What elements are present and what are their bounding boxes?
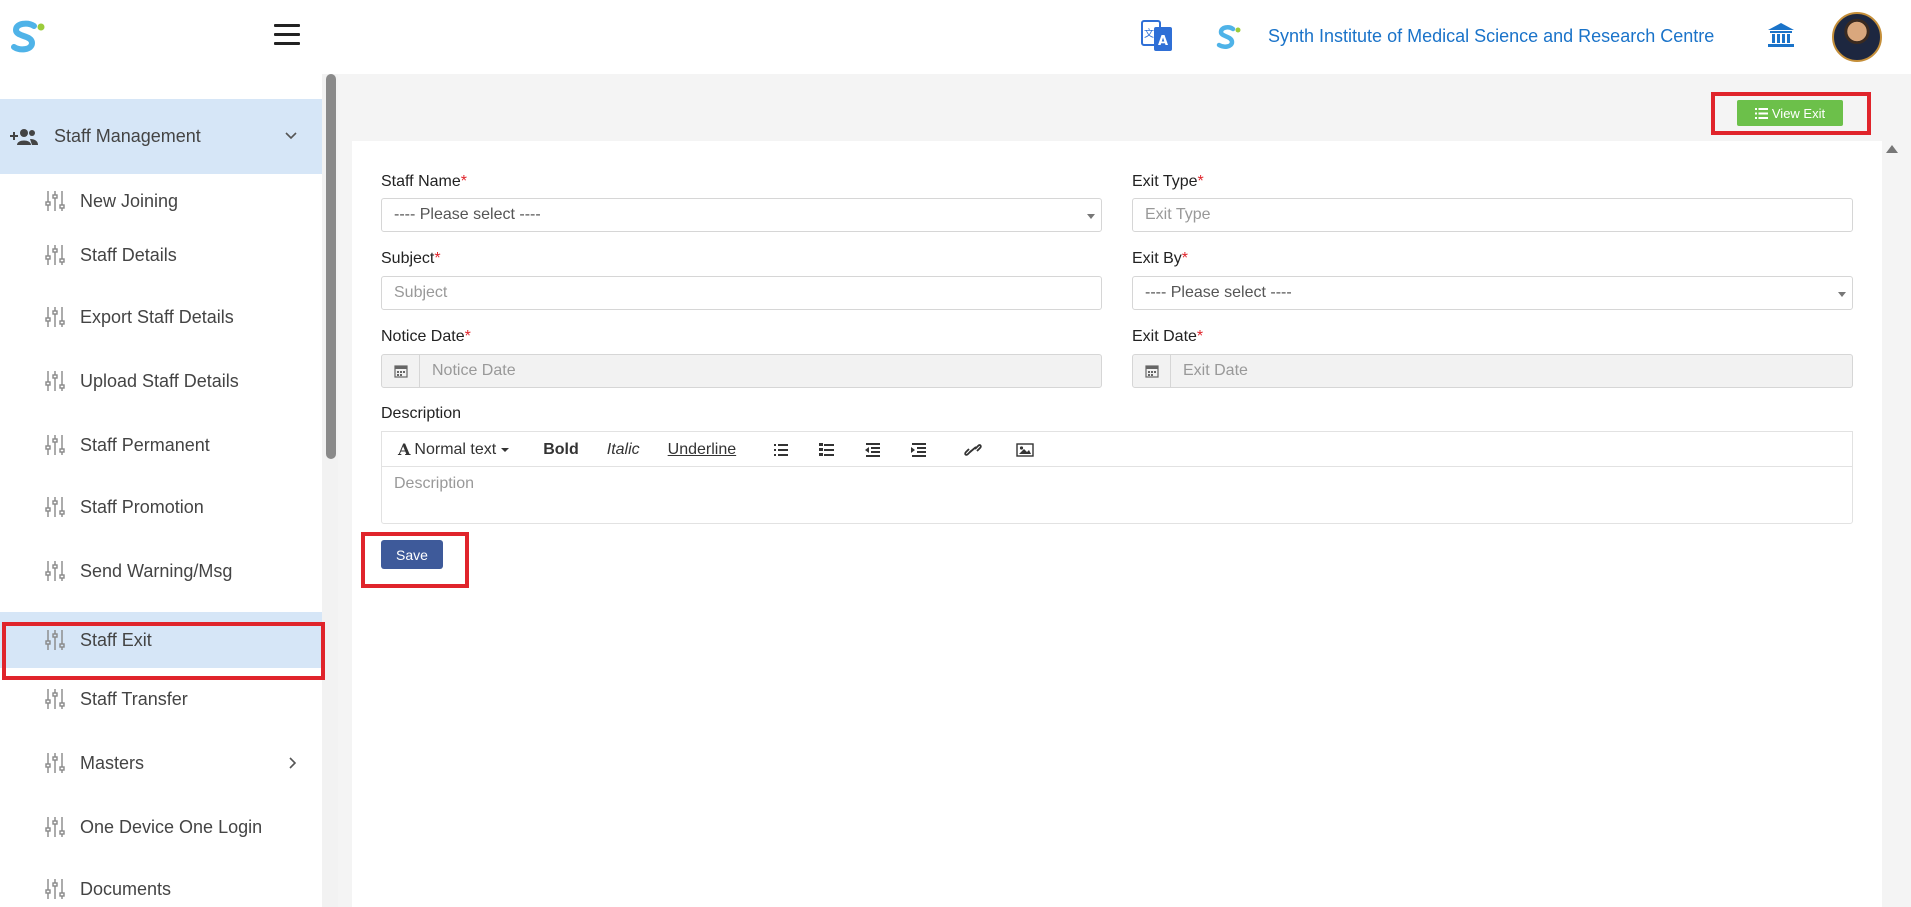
sidebar-item-label: Staff Transfer [80,688,188,709]
sidebar-item-label: Upload Staff Details [80,370,239,391]
sidebar-item-label: Documents [80,878,172,899]
brand-logo-icon [1214,24,1242,50]
sliders-icon [45,753,65,773]
font-icon: A [398,440,411,459]
text-style-dropdown[interactable]: A Normal text [398,440,510,459]
sidebar-item-one-device-one-login[interactable]: One Device One Login [0,800,322,854]
menu-toggle-icon[interactable] [274,24,300,46]
sliders-icon [45,307,65,327]
sidebar-item-new-joining[interactable]: New Joining [0,174,322,228]
sidebar-item-staff-details[interactable]: Staff Details [0,228,322,282]
svg-text:A: A [1158,34,1168,49]
sidebar-item-label: Staff Management [54,126,201,146]
sidebar-item-staff-promotion[interactable]: Staff Promotion [0,480,322,534]
sidebar-item-label: New Joining [80,190,179,211]
subject-input[interactable]: Subject [381,276,1102,310]
sidebar-item-upload-staff-details[interactable]: Upload Staff Details [0,354,322,408]
calendar-icon[interactable] [382,355,420,387]
sliders-icon [45,561,65,581]
sliders-icon [45,191,65,211]
sidebar-item-label: Staff Permanent [80,434,210,455]
sidebar-item-export-staff-details[interactable]: Export Staff Details [0,290,322,344]
description-editor[interactable]: Description [381,466,1853,524]
translate-icon[interactable]: A 文 [1140,17,1174,55]
app-logo-icon[interactable] [6,20,46,54]
sidebar-item-documents[interactable]: Documents [0,862,322,907]
sliders-icon [45,371,65,391]
top-header: A 文 Synth Institute of Medical Science a… [0,0,1911,74]
sidebar-item-label: Staff Promotion [80,496,204,517]
staff-name-label: Staff Name* [381,173,467,190]
sidebar-item-staff-transfer[interactable]: Staff Transfer [0,672,322,726]
subject-label: Subject* [381,250,441,267]
caret-down-icon [501,447,510,452]
exit-date-label: Exit Date* [1132,328,1204,345]
exit-type-input[interactable]: Exit Type [1132,198,1853,232]
highlight-view-exit [1711,92,1871,135]
chevron-right-icon [289,757,297,769]
sidebar-item-label: Staff Details [80,244,177,265]
image-icon[interactable] [1016,442,1034,457]
sidebar-item-label: Send Warning/Msg [80,560,233,581]
sliders-icon [45,497,65,517]
avatar[interactable] [1832,12,1882,62]
italic-button[interactable]: Italic [607,441,640,459]
sliders-icon [45,817,65,837]
staff-name-select[interactable]: ---- Please select ---- [381,198,1102,232]
bullet-list-icon[interactable] [772,443,790,457]
bold-button[interactable]: Bold [543,441,579,459]
exit-by-label: Exit By* [1132,250,1189,267]
exit-type-label: Exit Type* [1132,173,1204,190]
exit-date-input[interactable]: Exit Date [1132,354,1853,388]
underline-button[interactable]: Underline [668,441,736,459]
sidebar-item-masters[interactable]: Masters [0,736,322,790]
sliders-icon [45,689,65,709]
caret-down-icon [1087,214,1095,219]
calendar-icon[interactable] [1133,355,1171,387]
chevron-down-icon [285,132,297,140]
highlight-save [361,532,469,588]
sliders-icon [45,435,65,455]
sidebar-item-label: Export Staff Details [80,306,234,327]
sliders-icon [45,245,65,265]
sidebar-item-send-warning-msg[interactable]: Send Warning/Msg [0,544,322,598]
form-panel [352,141,1882,907]
numbered-list-icon[interactable] [818,442,836,457]
sidebar: Staff Management New Joining Staff Detai… [0,74,322,907]
svg-text:文: 文 [1144,27,1154,40]
indent-icon[interactable] [910,442,928,457]
highlight-staff-exit [2,622,325,680]
scroll-up-arrow-icon[interactable] [1886,145,1898,153]
description-label: Description [381,405,462,422]
caret-down-icon [1838,292,1846,297]
sidebar-item-label: Masters [80,752,145,773]
sidebar-item-staff-management[interactable]: Staff Management [0,99,322,174]
notice-date-input[interactable]: Notice Date [381,354,1102,388]
user-plus-icon [10,128,38,145]
editor-toolbar: A Normal text Bold Italic Underline [381,431,1853,467]
sidebar-scrollbar[interactable] [326,74,336,459]
sidebar-item-staff-permanent[interactable]: Staff Permanent [0,418,322,472]
exit-by-select[interactable]: ---- Please select ---- [1132,276,1853,310]
institute-name: Synth Institute of Medical Science and R… [1268,26,1715,46]
outdent-icon[interactable] [864,442,882,457]
notice-date-label: Notice Date* [381,328,471,345]
sliders-icon [45,879,65,899]
sidebar-item-label: One Device One Login [80,816,263,837]
institution-icon[interactable] [1766,21,1796,49]
link-icon[interactable] [964,443,982,457]
